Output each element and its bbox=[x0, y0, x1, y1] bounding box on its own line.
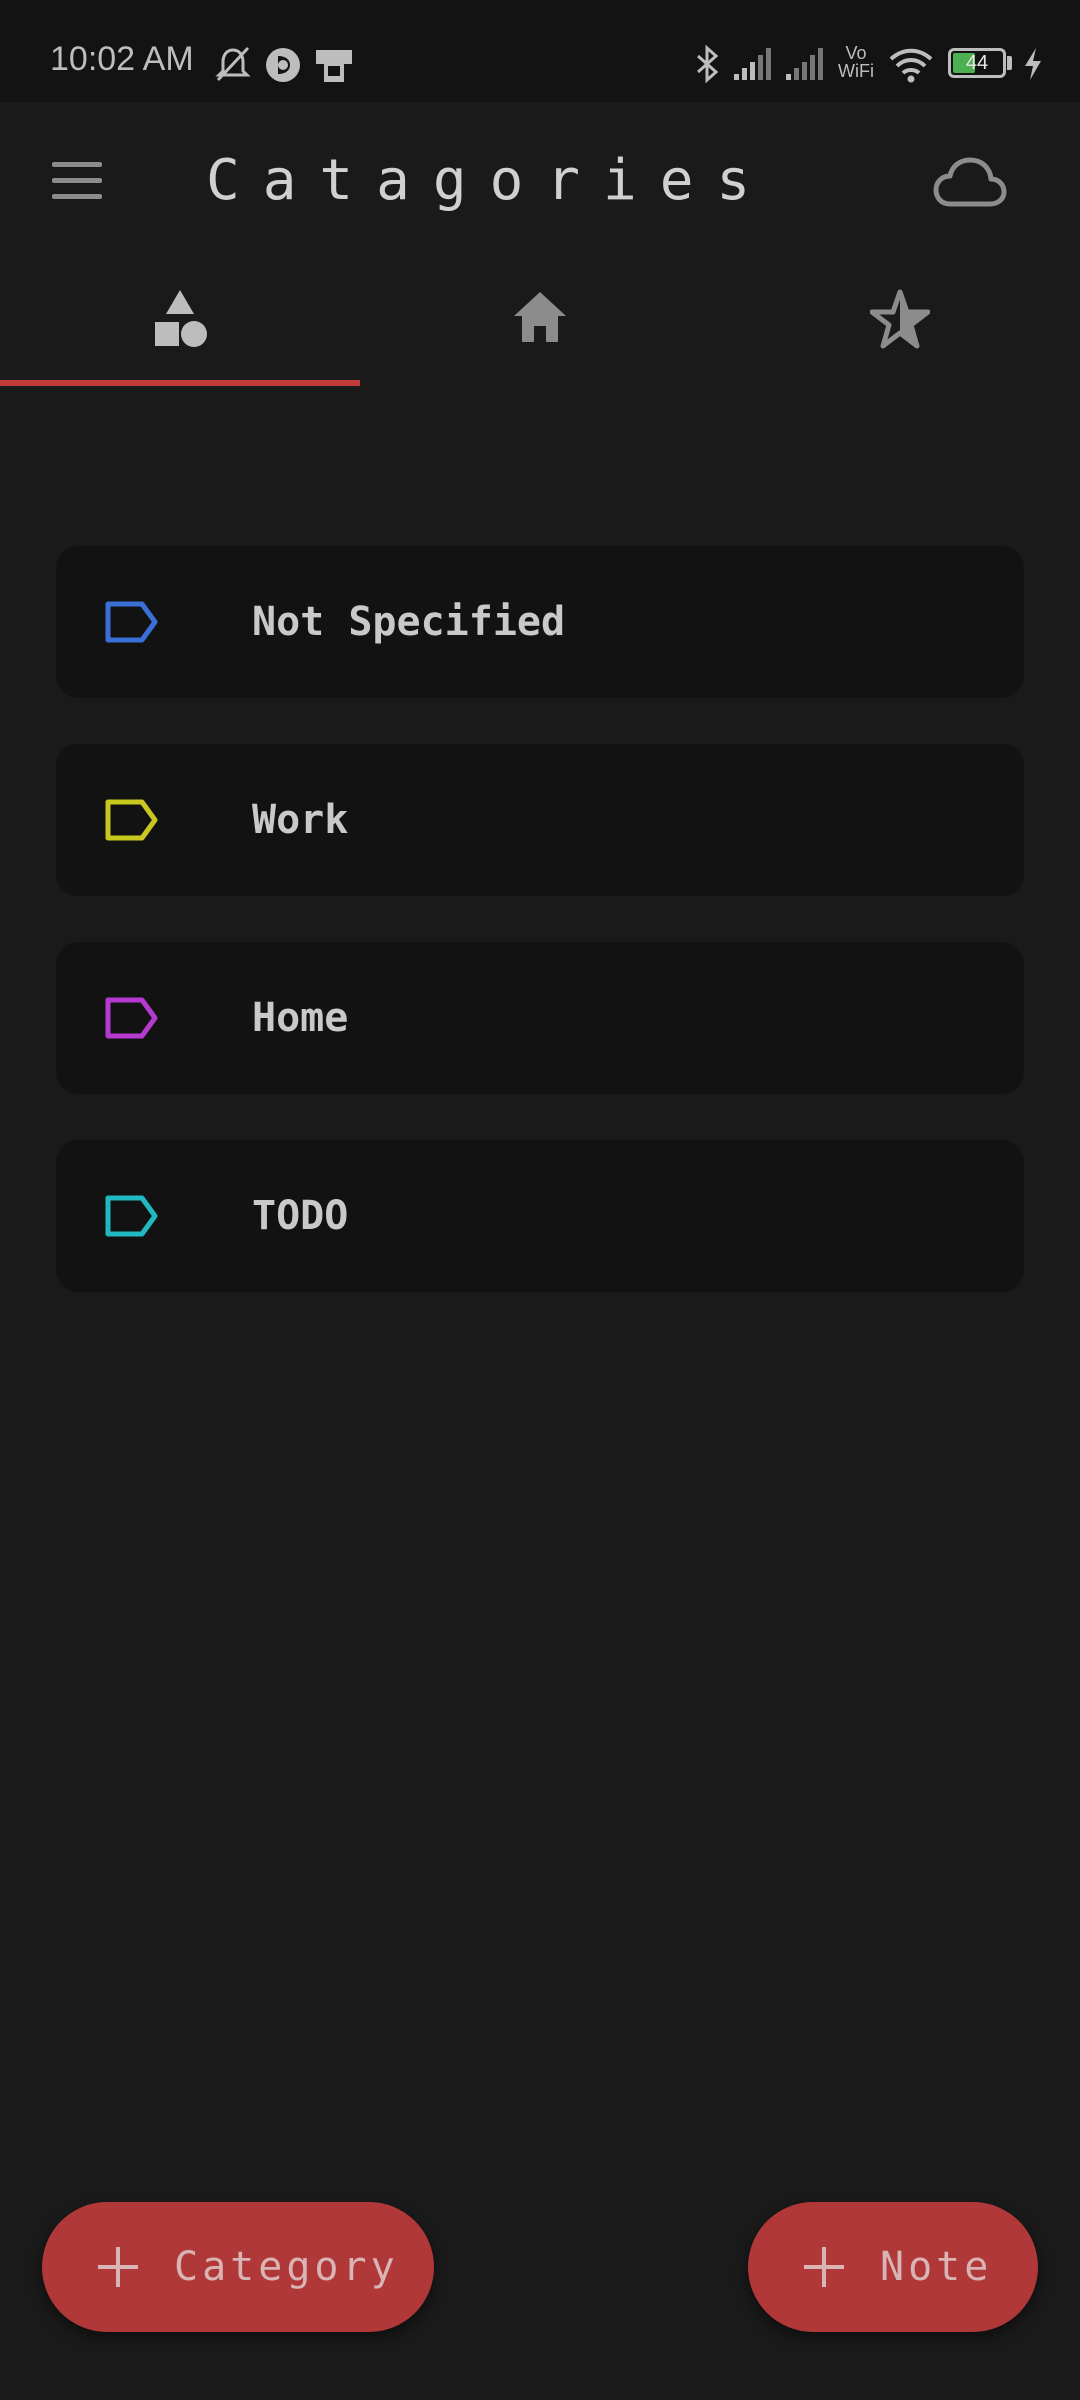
menu-button[interactable] bbox=[40, 152, 112, 212]
category-label: Home bbox=[252, 995, 349, 1041]
shapes-icon bbox=[155, 290, 207, 347]
add-category-label: Category bbox=[174, 2244, 399, 2290]
app-screen: 10:02 AM Vo WiFi 44 Catagories Not Speci… bbox=[0, 0, 1080, 2400]
tab-indicator bbox=[0, 380, 360, 386]
signal-icon bbox=[786, 48, 823, 80]
app-notification-icon bbox=[266, 48, 300, 82]
status-bar: 10:02 AM Vo WiFi 44 bbox=[0, 0, 1080, 102]
add-category-button[interactable]: Category bbox=[42, 2202, 434, 2332]
category-item-work[interactable]: Work bbox=[56, 744, 1024, 896]
battery-level: 44 bbox=[965, 52, 989, 74]
tab-categories[interactable] bbox=[0, 262, 360, 390]
signal-icon bbox=[734, 48, 771, 80]
battery-icon: 44 bbox=[948, 48, 1006, 78]
status-time: 10:02 AM bbox=[50, 40, 194, 78]
category-item-not-specified[interactable]: Not Specified bbox=[56, 546, 1024, 698]
plus-icon bbox=[98, 2247, 138, 2287]
label-tag-icon bbox=[105, 601, 158, 643]
sim-toolkit-icon bbox=[316, 50, 352, 82]
plus-icon bbox=[804, 2247, 844, 2287]
category-label: TODO bbox=[252, 1193, 349, 1239]
tab-favorites[interactable] bbox=[720, 262, 1080, 390]
charging-icon bbox=[1025, 48, 1041, 80]
category-label: Not Specified bbox=[252, 599, 566, 645]
app-bar: Catagories bbox=[0, 102, 1080, 262]
label-tag-icon bbox=[105, 1195, 158, 1237]
mute-icon bbox=[215, 46, 251, 82]
label-tag-icon bbox=[105, 997, 158, 1039]
category-label: Work bbox=[252, 797, 349, 843]
category-item-todo[interactable]: TODO bbox=[56, 1140, 1024, 1292]
star-icon bbox=[870, 289, 930, 349]
category-item-home[interactable]: Home bbox=[56, 942, 1024, 1094]
vowifi-indicator: Vo WiFi bbox=[838, 43, 874, 81]
label-tag-icon bbox=[105, 799, 158, 841]
cloud-sync-button[interactable] bbox=[930, 146, 1008, 218]
add-note-button[interactable]: Note bbox=[748, 2202, 1038, 2332]
home-icon bbox=[514, 292, 566, 342]
wifi-icon bbox=[889, 48, 933, 83]
bluetooth-icon bbox=[697, 44, 719, 84]
page-title: Catagories bbox=[206, 148, 774, 213]
add-note-label: Note bbox=[880, 2244, 993, 2290]
tab-home[interactable] bbox=[360, 262, 720, 390]
tab-bar bbox=[0, 262, 1080, 390]
cloud-icon bbox=[933, 157, 1007, 207]
